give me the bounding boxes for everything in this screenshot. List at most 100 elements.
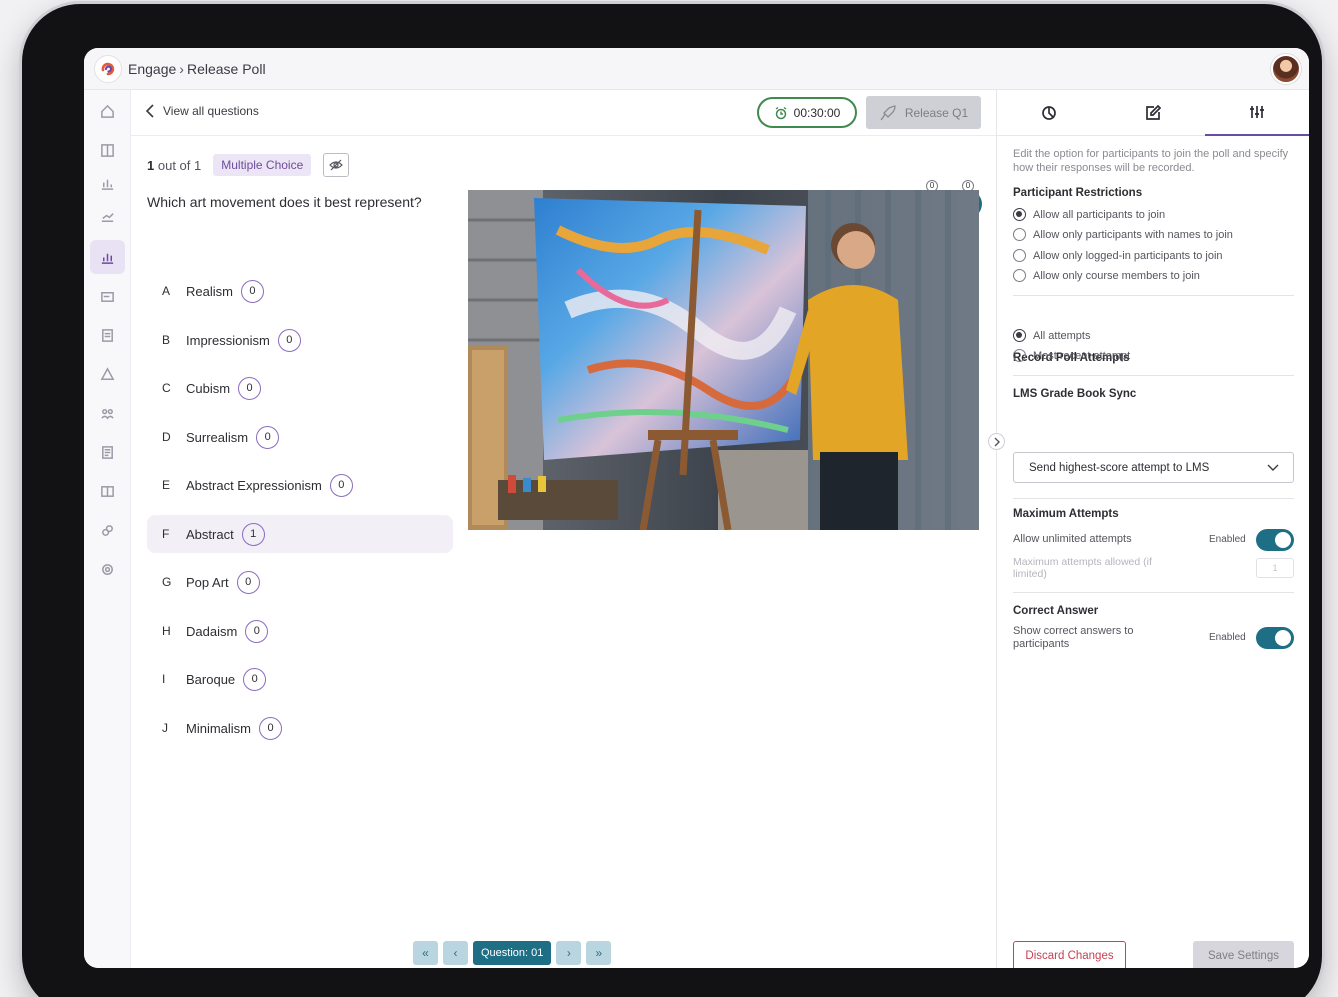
option-letter: G (162, 575, 172, 589)
radio-button[interactable] (1013, 269, 1026, 282)
first-question-button[interactable]: « (413, 941, 438, 965)
tablet-frame: Engage › Release Poll View all questions… (22, 4, 1322, 997)
current-question-label[interactable]: Question: 01 (473, 941, 552, 965)
radio-button[interactable] (1013, 228, 1026, 241)
option-count: 0 (236, 570, 260, 594)
eye-off-icon (329, 159, 344, 171)
answer-option-j[interactable]: J Minimalism 0 (147, 709, 453, 747)
radio-allow-course-members[interactable]: Allow only course members to join (1013, 269, 1200, 282)
users-chart-icon (101, 212, 114, 222)
answer-option-a[interactable]: A Realism 0 (147, 272, 453, 310)
question-index: 1 (147, 157, 155, 173)
tab-results[interactable] (997, 90, 1101, 136)
save-settings-button[interactable]: Save Settings (1193, 941, 1294, 968)
discard-changes-button[interactable]: Discard Changes (1013, 941, 1126, 968)
radio-button[interactable] (1013, 208, 1026, 221)
option-letter: H (162, 624, 171, 638)
sidebar-item-home[interactable] (90, 94, 125, 128)
answer-option-g[interactable]: G Pop Art 0 (147, 563, 453, 601)
sidebar-item-poll[interactable] (90, 240, 125, 274)
radio-button[interactable] (1013, 349, 1026, 362)
tab-edit[interactable] (1101, 90, 1205, 136)
sidebar-item-book[interactable] (90, 133, 125, 167)
sidebar-item-link[interactable] (90, 513, 125, 547)
sidebar-item-document[interactable] (90, 318, 125, 352)
timer-value: 00:30:00 (793, 105, 841, 120)
app-screen: Engage › Release Poll View all questions… (84, 48, 1309, 968)
sidebar-item-list[interactable] (90, 435, 125, 469)
sidebar-item-settings[interactable] (90, 552, 125, 586)
sliders-icon (1250, 106, 1264, 118)
lms-sync-title: LMS Grade Book Sync (1013, 388, 1137, 400)
radio-most-recent[interactable]: Most recent attempt (1013, 349, 1130, 362)
unlimited-attempts-toggle[interactable] (1256, 529, 1294, 551)
option-count: 0 (238, 376, 262, 400)
option-letter: B (162, 333, 171, 347)
app-logo[interactable] (94, 54, 122, 83)
answer-option-c[interactable]: C Cubism 0 (147, 369, 453, 407)
divider (1013, 295, 1294, 296)
show-correct-answers-toggle[interactable] (1256, 627, 1294, 649)
radio-all-attempts[interactable]: All attempts (1013, 329, 1090, 342)
option-letter: F (162, 527, 170, 541)
prev-question-button[interactable]: ‹ (443, 941, 468, 965)
sidebar-item-group[interactable] (90, 396, 125, 430)
view-all-questions-link[interactable]: View all questions (145, 104, 259, 118)
option-count: 0 (259, 716, 282, 740)
next-question-button[interactable]: › (556, 941, 582, 965)
home-icon (101, 104, 114, 118)
sidebar-item-users-chart[interactable] (90, 199, 125, 233)
hide-results-button[interactable] (323, 153, 350, 177)
breadcrumb-release-poll: Release Poll (186, 60, 266, 77)
question-meta: 1 out of 1 Multiple Choice (147, 153, 350, 177)
radio-label: All attempts (1033, 329, 1091, 342)
unlimited-attempts-label: Allow unlimited attempts (1013, 533, 1132, 545)
triangle-icon (100, 366, 115, 380)
radio-allow-all[interactable]: Allow all participants to join (1013, 208, 1165, 221)
sidebar-item-gallery[interactable] (90, 474, 125, 508)
radio-allow-named[interactable]: Allow only participants with names to jo… (1013, 228, 1233, 241)
max-attempts-input[interactable]: 1 (1256, 558, 1294, 578)
release-question-button[interactable]: Release Q1 (866, 96, 981, 129)
link-icon (102, 524, 113, 536)
correct-answer-title: Correct Answer (1013, 605, 1099, 617)
sidebar-item-card[interactable] (90, 279, 125, 313)
answer-option-h[interactable]: H Dadaism 0 (147, 612, 453, 650)
sidebar-item-triangle[interactable] (90, 357, 125, 391)
option-label: Minimalism (186, 720, 251, 736)
option-label: Impressionism (186, 332, 270, 348)
tab-settings[interactable] (1205, 90, 1309, 136)
answer-option-f[interactable]: F Abstract 1 (147, 515, 453, 553)
radio-label: Most recent attempt (1033, 349, 1131, 362)
top-bar: Engage › Release Poll (84, 48, 1309, 90)
breadcrumb: Engage › Release Poll (128, 61, 266, 77)
option-count: 0 (245, 619, 269, 643)
option-letter: I (162, 672, 166, 686)
answer-option-b[interactable]: B Impressionism 0 (147, 321, 453, 359)
avatar[interactable] (1271, 54, 1301, 84)
radio-label: Allow all participants to join (1033, 208, 1166, 221)
sidebar-item-chart[interactable] (90, 166, 125, 200)
option-count: 1 (241, 522, 265, 546)
edit-icon (1146, 105, 1161, 120)
lms-sync-select[interactable]: Send highest-score attempt to LMS (1013, 452, 1294, 483)
settings-icon (102, 563, 113, 575)
collapse-panel-button[interactable] (988, 433, 1005, 450)
radio-button[interactable] (1013, 249, 1026, 262)
answer-option-d[interactable]: D Surrealism 0 (147, 418, 453, 456)
answer-option-e[interactable]: E Abstract Expressionism 0 (147, 466, 453, 504)
breadcrumb-engage[interactable]: Engage (128, 61, 176, 77)
back-label: View all questions (163, 104, 259, 118)
book-icon (101, 143, 114, 157)
chevron-right-icon (994, 437, 1000, 446)
option-letter: D (162, 430, 171, 444)
poll-icon (101, 253, 114, 264)
group-icon (101, 408, 114, 419)
answer-option-i[interactable]: I Baroque 0 (147, 660, 453, 698)
option-label: Dadaism (186, 623, 238, 639)
radio-button[interactable] (1013, 329, 1026, 342)
radio-allow-logged-in[interactable]: Allow only logged-in participants to joi… (1013, 249, 1223, 262)
last-question-button[interactable]: » (586, 941, 612, 965)
timer-badge[interactable]: 00:30:00 (757, 97, 857, 128)
unlimited-attempts-status: Enabled (1209, 534, 1246, 545)
